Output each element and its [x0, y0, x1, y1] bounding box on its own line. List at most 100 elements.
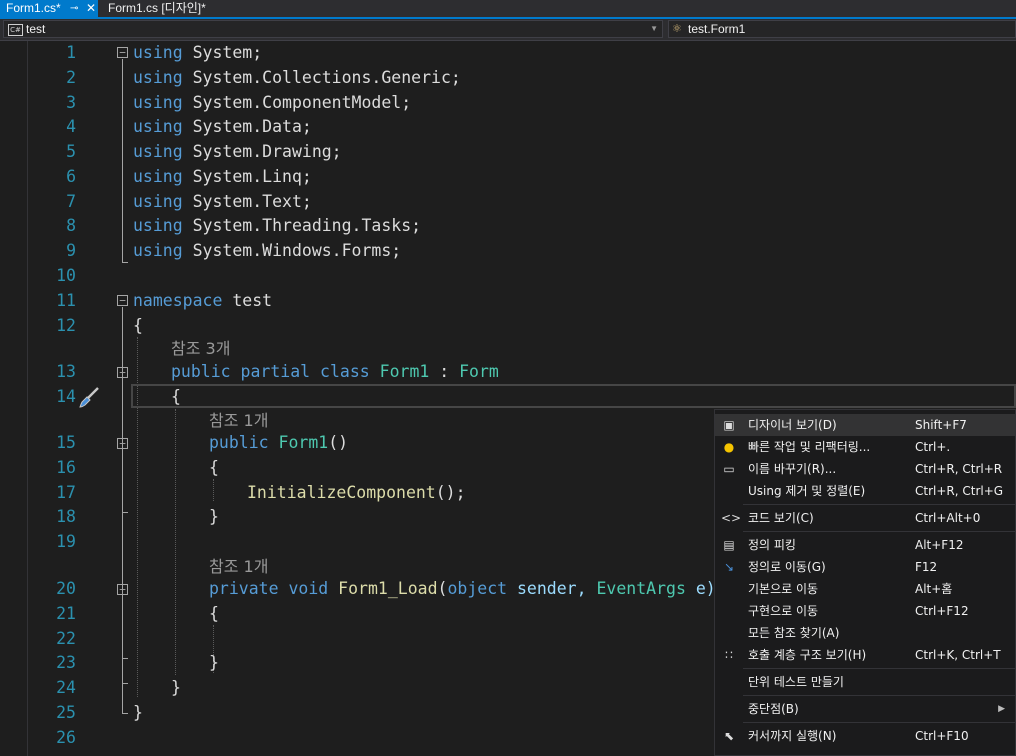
- run-to-cursor-icon: ⬉: [723, 729, 735, 743]
- line-number: 9: [66, 241, 76, 260]
- menu-item-remove-sort-usings[interactable]: Using 제거 및 정렬(E) Ctrl+R, Ctrl+G: [715, 480, 1015, 502]
- collapse-icon[interactable]: −: [117, 295, 128, 306]
- line-number: 17: [56, 483, 76, 502]
- line-number: 14: [56, 387, 76, 406]
- outline-end: [122, 713, 128, 714]
- close-icon[interactable]: ✕: [86, 0, 96, 17]
- code-line: using System.Text;: [133, 192, 312, 211]
- current-line-highlight: [131, 384, 1016, 408]
- code-lens-references[interactable]: 참조 1개: [209, 555, 268, 579]
- menu-item-go-to-definition[interactable]: ↘ 정의로 이동(G) F12: [715, 556, 1015, 578]
- collapse-icon[interactable]: −: [117, 367, 128, 378]
- rename-icon: ▭: [723, 462, 735, 476]
- code-line: InitializeComponent();: [247, 483, 466, 502]
- menu-item-go-to-base[interactable]: 기본으로 이동 Alt+홈: [715, 578, 1015, 600]
- code-lens-references[interactable]: 참조 3개: [171, 337, 230, 361]
- line-number: 2: [66, 68, 76, 87]
- goto-definition-icon: ↘: [723, 560, 735, 574]
- code-lens-references[interactable]: 참조 1개: [209, 409, 268, 433]
- code-line: namespace test: [133, 291, 273, 310]
- line-number: 19: [56, 532, 76, 551]
- code-line: public partial class Form1 : Form: [171, 362, 499, 381]
- menu-item-breakpoint[interactable]: 중단점(B) ▶: [715, 698, 1015, 720]
- document-tab-strip: Form1.cs* ⊸ ✕ Form1.cs [디자인]*: [0, 0, 1016, 19]
- call-hierarchy-icon: ∷: [725, 648, 733, 662]
- menu-item-rename[interactable]: ▭ 이름 바꾸기(R)... Ctrl+R, Ctrl+R: [715, 458, 1015, 480]
- line-number: 6: [66, 167, 76, 186]
- collapse-icon[interactable]: −: [117, 584, 128, 595]
- code-line: }: [209, 653, 219, 672]
- code-line: using System.Collections.Generic;: [133, 68, 461, 87]
- line-number: 12: [56, 316, 76, 335]
- line-number: 8: [66, 216, 76, 235]
- code-line: {: [133, 316, 143, 335]
- menu-item-view-designer[interactable]: ▣ 디자이너 보기(D) Shift+F7: [715, 414, 1015, 436]
- margin-divider: [27, 41, 28, 756]
- tab-label: Form1.cs [디자인]*: [108, 1, 206, 15]
- code-line: }: [171, 678, 181, 697]
- outline-end: [122, 512, 128, 513]
- tab-label: Form1.cs*: [6, 1, 61, 15]
- code-line: {: [171, 387, 181, 406]
- menu-separator: [743, 531, 1015, 532]
- tab-form1-designer[interactable]: Form1.cs [디자인]*: [102, 0, 212, 17]
- line-number: 16: [56, 458, 76, 477]
- type-name: test.Form1: [688, 22, 746, 36]
- menu-separator: [743, 668, 1015, 669]
- project-dropdown[interactable]: C# test ▼: [3, 20, 663, 38]
- chevron-down-icon: ▼: [650, 24, 658, 33]
- line-number: 3: [66, 93, 76, 112]
- chevron-right-icon: ▶: [998, 704, 1005, 714]
- code-line: using System.Linq;: [133, 167, 312, 186]
- code-line: using System.ComponentModel;: [133, 93, 412, 112]
- line-number: 1: [66, 43, 76, 62]
- menu-item-go-to-implementation[interactable]: 구현으로 이동 Ctrl+F12: [715, 600, 1015, 622]
- paintbrush-icon[interactable]: [78, 385, 102, 409]
- menu-item-view-code[interactable]: <> 코드 보기(C) Ctrl+Alt+0: [715, 507, 1015, 529]
- editor-context-menu: ▣ 디자이너 보기(D) Shift+F7 ● 빠른 작업 및 리팩터링... …: [714, 409, 1016, 756]
- code-icon: <>: [721, 511, 742, 525]
- line-number: 24: [56, 678, 76, 697]
- outline-line: [122, 59, 123, 263]
- code-line: using System.Drawing;: [133, 142, 342, 161]
- code-line: }: [133, 703, 143, 722]
- collapse-icon[interactable]: −: [117, 47, 128, 58]
- tab-form1-cs[interactable]: Form1.cs* ⊸ ✕: [0, 0, 98, 17]
- menu-separator: [743, 695, 1015, 696]
- menu-separator: [743, 504, 1015, 505]
- menu-item-peek-definition[interactable]: ▤ 정의 피킹 Alt+F12: [715, 534, 1015, 556]
- code-line: using System.Windows.Forms;: [133, 241, 402, 260]
- menu-item-run-to-cursor[interactable]: ⬉ 커서까지 실행(N) Ctrl+F10: [715, 725, 1015, 747]
- outline-end: [122, 683, 128, 684]
- code-line: using System;: [133, 43, 263, 62]
- code-line: }: [209, 507, 219, 526]
- menu-item-call-hierarchy[interactable]: ∷ 호출 계층 구조 보기(H) Ctrl+K, Ctrl+T: [715, 644, 1015, 666]
- type-dropdown[interactable]: ⚛ test.Form1: [668, 20, 1016, 38]
- menu-item-find-all-references[interactable]: 모든 참조 찾기(A): [715, 622, 1015, 644]
- outline-end: [122, 658, 128, 659]
- collapse-icon[interactable]: −: [117, 438, 128, 449]
- line-number: 20: [56, 579, 76, 598]
- menu-separator: [743, 722, 1015, 723]
- outline-end: [122, 262, 128, 263]
- line-number: 5: [66, 142, 76, 161]
- code-line: using System.Data;: [133, 117, 312, 136]
- csharp-project-icon: C#: [8, 24, 23, 36]
- line-number: 23: [56, 653, 76, 672]
- code-line: using System.Threading.Tasks;: [133, 216, 422, 235]
- peek-icon: ▤: [723, 538, 735, 552]
- code-line: {: [209, 458, 219, 477]
- project-name: test: [26, 22, 46, 36]
- pin-icon[interactable]: ⊸: [70, 0, 78, 17]
- designer-icon: ▣: [723, 418, 735, 432]
- code-line: public Form1(): [209, 433, 349, 452]
- line-number: 22: [56, 629, 76, 648]
- lightbulb-icon: ●: [723, 440, 735, 454]
- line-number: 25: [56, 703, 76, 722]
- line-number: 11: [56, 291, 76, 310]
- indent-guide: [175, 409, 176, 675]
- menu-item-create-unit-tests[interactable]: 단위 테스트 만들기: [715, 671, 1015, 693]
- line-number: 7: [66, 192, 76, 211]
- menu-item-quick-actions[interactable]: ● 빠른 작업 및 리팩터링... Ctrl+.: [715, 436, 1015, 458]
- line-number: 21: [56, 604, 76, 623]
